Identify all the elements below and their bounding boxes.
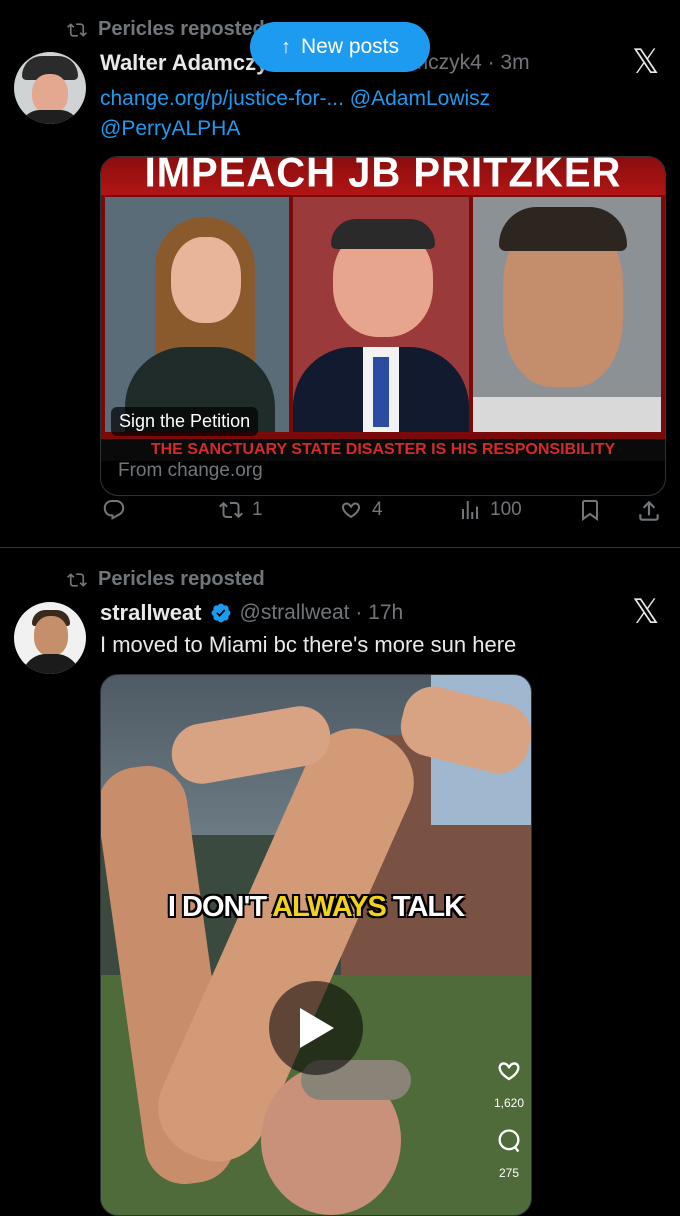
- repost-icon: [67, 22, 87, 37]
- photo-man-right: [473, 197, 661, 432]
- card-banner: THE SANCTUARY STATE DISASTER IS HIS RESP…: [101, 439, 665, 461]
- photo-woman: [105, 197, 289, 432]
- repost-label: Pericles reposted: [98, 568, 265, 590]
- video-comment-count: 275: [498, 1166, 520, 1180]
- x-logo-icon[interactable]: 𝕏: [632, 592, 659, 632]
- author-name[interactable]: strallweat: [100, 600, 202, 626]
- analytics-icon: [462, 501, 478, 519]
- verified-badge-icon: [211, 603, 230, 623]
- reply-button[interactable]: [102, 498, 126, 522]
- repost-indicator: Pericles reposted: [66, 18, 265, 41]
- author-row: strallweat @strallweat · 17h: [100, 600, 403, 626]
- post-text: I moved to Miami bc there's more sun her…: [100, 632, 517, 657]
- comment-icon: [498, 1129, 520, 1153]
- video-like-button[interactable]: 1,620: [489, 1057, 529, 1110]
- repost-label: Pericles reposted: [98, 18, 265, 40]
- arrow-up-icon: ↑: [280, 35, 291, 58]
- heart-icon: [498, 1062, 520, 1081]
- like-button[interactable]: 4: [338, 498, 383, 522]
- post-link-line1[interactable]: change.org/p/justice-for-... @AdamLowisz: [100, 84, 490, 114]
- post-divider: [0, 547, 680, 548]
- post-links: change.org/p/justice-for-... @AdamLowisz…: [100, 84, 490, 144]
- repost-button[interactable]: 1: [218, 498, 263, 522]
- video-caption: I DON'T ALWAYS TALK: [101, 891, 531, 924]
- like-count: 4: [372, 499, 383, 520]
- views-count: 100: [490, 499, 522, 520]
- author-handle-time[interactable]: @strallweat · 17h: [240, 601, 404, 625]
- repost-icon: [67, 572, 87, 587]
- card-image[interactable]: IMPEACH JB PRITZKER THE SANCTUARY STATE …: [101, 156, 665, 461]
- new-posts-label: New posts: [300, 35, 400, 58]
- video-player[interactable]: I DON'T ALWAYS TALK 1,620 275: [100, 674, 532, 1216]
- bookmark-icon: [582, 500, 598, 521]
- video-caption-part1: I DON'T: [167, 891, 273, 923]
- repost-count: 1: [252, 499, 263, 520]
- share-icon: [639, 500, 659, 521]
- repost-indicator: Pericles reposted: [66, 568, 265, 591]
- video-comment-button[interactable]: 275: [489, 1127, 529, 1180]
- card-source[interactable]: From change.org: [118, 460, 263, 482]
- avatar[interactable]: [14, 52, 86, 124]
- new-posts-button[interactable]: ↑ New posts: [250, 22, 430, 72]
- video-caption-part3: TALK: [385, 891, 465, 923]
- views-button[interactable]: 100: [458, 498, 522, 522]
- heart-icon: [342, 502, 360, 519]
- avatar[interactable]: [14, 602, 86, 674]
- card-caption: Sign the Petition: [111, 407, 259, 436]
- video-caption-highlight: ALWAYS: [272, 891, 387, 923]
- play-button[interactable]: [269, 981, 363, 1075]
- x-logo-icon[interactable]: 𝕏: [632, 42, 659, 82]
- card-headline: IMPEACH JB PRITZKER: [144, 156, 622, 197]
- repost-icon: [219, 501, 243, 519]
- photo-man-center: [293, 197, 469, 432]
- link-card[interactable]: IMPEACH JB PRITZKER THE SANCTUARY STATE …: [100, 156, 666, 496]
- post-link-line2[interactable]: @PerryALPHA: [100, 114, 490, 144]
- bookmark-button[interactable]: [578, 498, 602, 522]
- video-like-count: 1,620: [493, 1096, 525, 1110]
- play-icon: [300, 1008, 334, 1048]
- reply-icon: [103, 500, 125, 520]
- share-button[interactable]: [636, 498, 662, 524]
